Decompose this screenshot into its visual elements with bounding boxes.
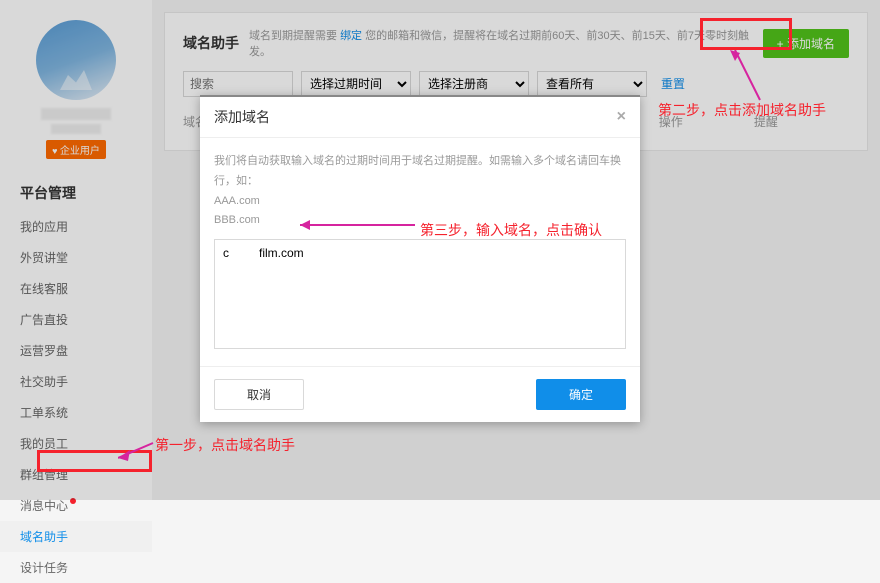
sidebar-item-11[interactable]: 设计任务 — [0, 552, 152, 583]
sidebar-item-10[interactable]: 域名助手 — [0, 521, 152, 552]
cancel-button[interactable]: 取消 — [214, 379, 304, 410]
domain-textarea[interactable] — [214, 239, 626, 349]
ok-button[interactable]: 确定 — [536, 379, 626, 410]
anno-box-step2 — [700, 18, 792, 50]
modal-description: 我们将自动获取输入域名的过期时间用于域名过期提醒。如需输入多个域名请回车换行，如… — [214, 152, 626, 231]
anno-arrow-step1 — [118, 441, 158, 461]
anno-arrow-step2 — [730, 50, 770, 105]
anno-arrow-step3 — [300, 218, 420, 232]
add-domain-modal: 添加域名 × 我们将自动获取输入域名的过期时间用于域名过期提醒。如需输入多个域名… — [200, 95, 640, 422]
close-icon[interactable]: × — [617, 108, 626, 126]
modal-title: 添加域名 — [214, 107, 270, 127]
